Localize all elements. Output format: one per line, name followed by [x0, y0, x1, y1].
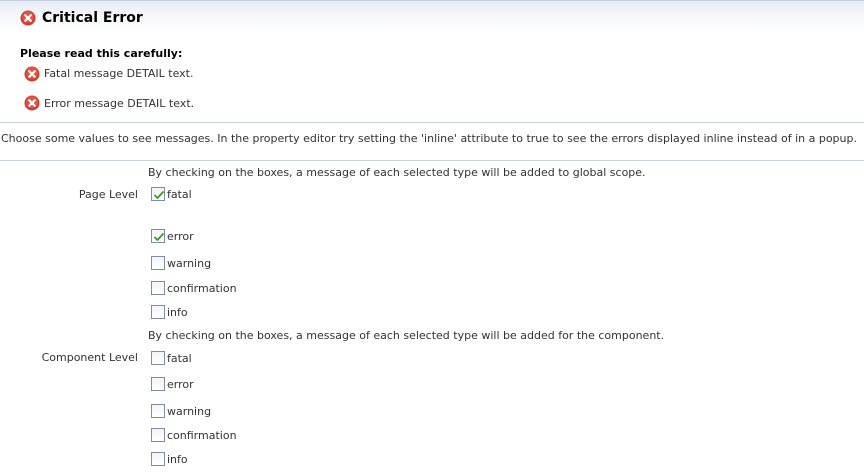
- checkbox-box[interactable]: [151, 452, 165, 466]
- checkbox-label: confirmation: [167, 281, 237, 295]
- component-info-checkbox[interactable]: info: [151, 450, 188, 468]
- checkbox-box[interactable]: [151, 404, 165, 418]
- page-level-description: By checking on the boxes, a message of e…: [148, 166, 646, 179]
- message-header: Please read this carefully:: [20, 47, 183, 60]
- divider: [0, 160, 864, 161]
- checkbox-label: warning: [167, 404, 212, 418]
- message-title: Critical Error: [42, 10, 143, 26]
- component-warning-checkbox[interactable]: warning: [151, 402, 211, 420]
- checkbox-label: info: [167, 452, 188, 466]
- component-error-checkbox[interactable]: error: [151, 375, 194, 393]
- message-panel: Critical Error Please read this carefull…: [0, 0, 864, 123]
- check-icon: [153, 190, 165, 199]
- page-level-label: Page Level: [78, 188, 138, 201]
- checkbox-box[interactable]: [151, 377, 165, 391]
- checkbox-label: warning: [167, 256, 212, 270]
- page-error-checkbox[interactable]: error: [151, 227, 194, 245]
- message-fatal: Fatal message DETAIL text.: [44, 67, 194, 80]
- checkbox-label: error: [167, 229, 194, 243]
- checkbox-box[interactable]: [151, 351, 165, 365]
- error-icon: [24, 95, 40, 111]
- component-level-description: By checking on the boxes, a message of e…: [148, 329, 665, 342]
- component-level-label: Component Level: [41, 351, 138, 364]
- page-fatal-checkbox[interactable]: fatal: [151, 185, 192, 203]
- checkbox-label: fatal: [167, 187, 192, 201]
- checkbox-box[interactable]: [151, 256, 165, 270]
- message-error: Error message DETAIL text.: [44, 97, 195, 110]
- checkbox-box[interactable]: [151, 229, 165, 243]
- page: Critical Error Please read this carefull…: [0, 0, 864, 472]
- page-info-checkbox[interactable]: info: [151, 303, 188, 321]
- checkbox-label: error: [167, 377, 194, 391]
- component-fatal-checkbox[interactable]: fatal: [151, 349, 192, 367]
- error-icon: [24, 66, 40, 82]
- checkbox-box[interactable]: [151, 428, 165, 442]
- checkbox-box[interactable]: [151, 281, 165, 295]
- page-warning-checkbox[interactable]: warning: [151, 254, 211, 272]
- checkbox-box[interactable]: [151, 305, 165, 319]
- page-confirmation-checkbox[interactable]: confirmation: [151, 279, 237, 297]
- component-confirmation-checkbox[interactable]: confirmation: [151, 426, 237, 444]
- checkbox-label: fatal: [167, 351, 192, 365]
- error-icon: [20, 10, 36, 26]
- check-icon: [153, 232, 165, 241]
- checkbox-label: confirmation: [167, 428, 237, 442]
- checkbox-label: info: [167, 305, 188, 319]
- checkbox-box[interactable]: [151, 187, 165, 201]
- instructions: Choose some values to see messages. In t…: [1, 132, 857, 145]
